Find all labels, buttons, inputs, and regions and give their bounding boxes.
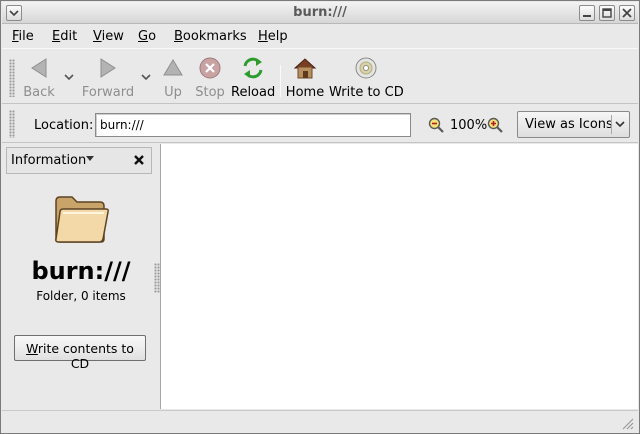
maximize-button[interactable] [599, 5, 615, 21]
menu-help-label: elp [267, 29, 288, 44]
toolbar-grip[interactable] [9, 59, 15, 97]
stop-label: Stop [195, 85, 225, 100]
minimize-button[interactable] [579, 5, 595, 21]
menu-view[interactable]: View [93, 29, 124, 44]
forward-arrow-icon [100, 58, 116, 78]
zoom-in-icon[interactable] [487, 117, 503, 133]
write-button-label: rite contents to CD [37, 341, 134, 371]
zoom-out-icon[interactable] [428, 117, 444, 133]
view-as-label: View as Icons [525, 117, 613, 132]
write-contents-to-cd-button[interactable]: Write contents to CD [14, 335, 146, 371]
chevron-down-icon [615, 121, 625, 128]
file-manager-window: burn:/// File Edit View Go Bookmarks Hel… [0, 0, 640, 434]
menu-go[interactable]: Go [138, 29, 156, 44]
menu-go-mnemonic: G [138, 29, 149, 44]
reload-icon [243, 57, 263, 79]
folder-name: burn:/// [31, 257, 131, 285]
back-arrow-icon [31, 58, 47, 78]
menu-file[interactable]: File [12, 29, 34, 44]
side-pane-header[interactable]: Information [6, 147, 152, 174]
status-bar [2, 410, 638, 433]
write-to-cd-button[interactable]: Write to CD [329, 55, 404, 100]
back-history-chevron-down-icon[interactable] [64, 73, 74, 81]
file-view-area[interactable] [160, 144, 638, 409]
back-button[interactable]: Back [19, 55, 59, 100]
back-label: Back [23, 85, 55, 100]
up-button[interactable]: Up [157, 55, 189, 100]
home-label: Home [285, 85, 325, 100]
close-pane-icon[interactable] [133, 154, 145, 166]
menu-file-label: ile [18, 29, 34, 44]
close-window-button[interactable] [619, 5, 635, 21]
reload-label: Reload [231, 85, 276, 100]
menu-bookmarks-mnemonic: B [174, 29, 183, 44]
menu-edit-mnemonic: E [52, 29, 61, 44]
minimize-icon [583, 15, 591, 17]
up-label: Up [164, 85, 182, 100]
cd-icon [355, 57, 377, 79]
menu-edit[interactable]: Edit [52, 29, 77, 44]
menu-edit-label: dit [60, 29, 78, 44]
side-pane: Information burn:/// Folder, 0 items Wri… [2, 144, 154, 409]
view-as-divider [611, 115, 612, 134]
location-input[interactable] [95, 113, 411, 137]
view-as-select[interactable]: View as Icons [517, 111, 630, 138]
folder-icon [55, 196, 109, 243]
location-label: Location: [34, 118, 94, 133]
resize-grip-icon[interactable] [620, 416, 634, 430]
menu-view-mnemonic: V [93, 29, 102, 44]
location-bar: Location: 100% View as Icons [2, 105, 638, 143]
menu-view-label: iew [101, 29, 124, 44]
home-button[interactable]: Home [285, 55, 325, 100]
write-button-mnemonic: W [26, 341, 38, 356]
menu-bookmarks-label: ookmarks [182, 29, 247, 44]
menu-help-mnemonic: H [258, 29, 268, 44]
write-to-cd-label: Write to CD [329, 85, 404, 100]
stop-icon [199, 57, 221, 79]
title-bar[interactable]: burn:/// [2, 2, 638, 24]
side-pane-title: Information [11, 153, 87, 168]
menu-bar: File Edit View Go Bookmarks Help [2, 25, 638, 47]
stop-button[interactable]: Stop [193, 55, 227, 100]
reload-button[interactable]: Reload [231, 55, 275, 100]
close-icon [622, 8, 632, 18]
menu-go-label: o [148, 29, 157, 44]
window-title: burn:/// [293, 5, 347, 20]
menu-help[interactable]: Help [258, 29, 288, 44]
forward-button[interactable]: Forward [80, 55, 136, 100]
main-toolbar: Back Forward Up Stop Reload Home Write t… [2, 48, 638, 104]
toolbar-separator [280, 65, 281, 97]
folder-info: Folder, 0 items [36, 289, 126, 303]
menu-bookmarks[interactable]: Bookmarks [174, 29, 247, 44]
forward-label: Forward [81, 85, 135, 100]
zoom-level[interactable]: 100% [450, 118, 487, 133]
chevron-down-icon [86, 156, 94, 161]
forward-history-chevron-down-icon[interactable] [141, 73, 151, 81]
home-icon [293, 58, 317, 79]
location-bar-grip[interactable] [9, 110, 15, 138]
up-arrow-icon [163, 59, 183, 76]
maximize-icon [602, 8, 612, 18]
